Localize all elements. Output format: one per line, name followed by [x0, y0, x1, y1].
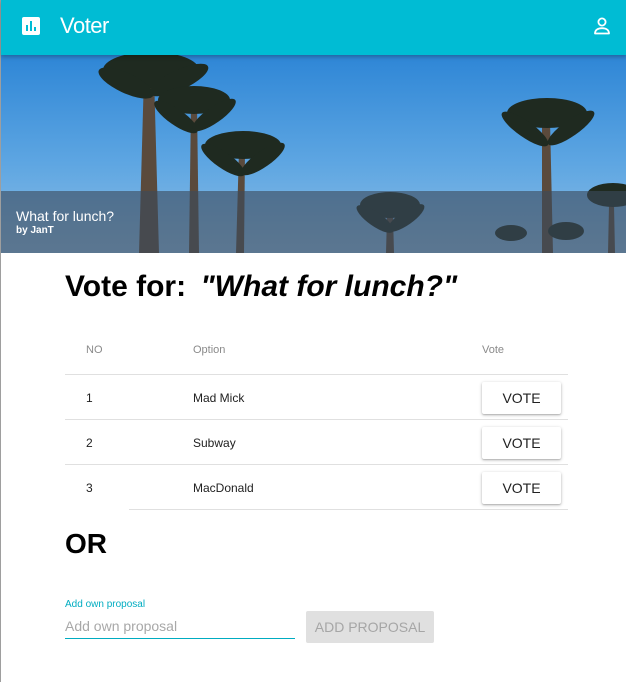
row-number: 2: [86, 436, 93, 450]
page-title-question: "What for lunch?": [200, 270, 458, 303]
row-option: Subway: [193, 436, 236, 450]
add-proposal-button[interactable]: ADD PROPOSAL: [306, 611, 434, 643]
hero-title: What for lunch?: [16, 208, 115, 224]
table-row: 3 MacDonald VOTE: [65, 465, 568, 510]
row-number: 1: [86, 391, 93, 405]
vote-button[interactable]: VOTE: [482, 382, 561, 414]
vote-button[interactable]: VOTE: [482, 472, 561, 504]
table-row: 1 Mad Mick VOTE: [65, 375, 568, 420]
proposal-field-label: Add own proposal: [65, 599, 146, 610]
page-title: Vote for: "What for lunch?": [65, 270, 457, 304]
hero-author: by JanT: [16, 225, 54, 236]
person-icon[interactable]: [590, 14, 614, 38]
row-option: Mad Mick: [193, 391, 245, 405]
row-divider: [129, 509, 568, 510]
hero-caption: What for lunch? by JanT: [1, 191, 626, 253]
row-option: MacDonald: [193, 481, 254, 495]
header-divider: [65, 330, 568, 375]
row-number: 3: [86, 481, 93, 495]
table-row: 2 Subway VOTE: [65, 420, 568, 465]
vote-button[interactable]: VOTE: [482, 427, 561, 459]
proposal-input[interactable]: [65, 614, 295, 639]
page-title-prefix: Vote for:: [65, 270, 187, 303]
app-title: Voter: [60, 13, 109, 38]
poll-hero-image: What for lunch? by JanT: [1, 55, 626, 253]
or-separator: OR: [65, 528, 107, 559]
bar-chart-icon: [22, 17, 40, 35]
app-toolbar: Voter: [1, 0, 626, 55]
